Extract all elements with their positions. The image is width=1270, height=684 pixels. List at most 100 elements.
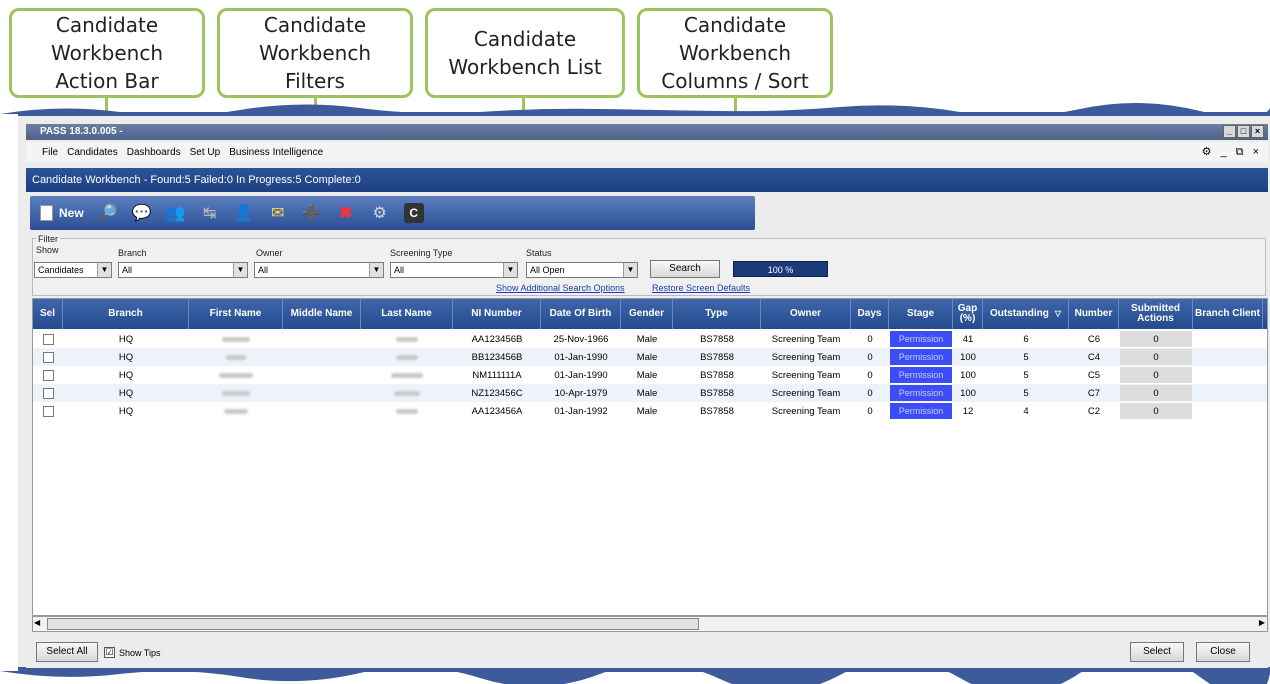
column-header-stage[interactable]: Stage [889, 299, 953, 329]
branch-select[interactable]: All ▼ [118, 262, 248, 278]
status-select[interactable]: All Open ▼ [526, 262, 638, 278]
scroll-right-icon[interactable]: ▶ [1259, 618, 1265, 627]
window-title-bar: PASS 18.3.0.005 - _ □ × [26, 124, 1268, 140]
cell-owner: Screening Team [771, 369, 841, 381]
search-icon[interactable]: 🔎 [98, 203, 118, 223]
cell-middle [283, 402, 361, 420]
show-select[interactable]: Candidates ▼ [34, 262, 112, 278]
column-header-type[interactable]: Type [673, 299, 761, 329]
delete-icon[interactable]: ✖ [336, 203, 356, 223]
owner-select[interactable]: All ▼ [254, 262, 384, 278]
transfer-icon[interactable]: ↹ [200, 203, 220, 223]
row-select-checkbox[interactable] [42, 405, 54, 417]
refresh-icon[interactable]: C [403, 203, 424, 223]
column-header-number[interactable]: Number [1069, 299, 1119, 329]
cell-sel[interactable] [33, 384, 63, 402]
settings-icon[interactable]: ⚙ [370, 203, 390, 223]
cell-gap: 100 [960, 369, 976, 381]
column-header-days[interactable]: Days [851, 299, 889, 329]
column-header-first[interactable]: First Name [189, 299, 283, 329]
scroll-left-icon[interactable]: ◀ [34, 618, 40, 627]
search-button[interactable]: Search [650, 260, 720, 278]
cell-days: 0 [867, 387, 873, 399]
column-header-ni[interactable]: NI Number [453, 299, 541, 329]
cell-sel[interactable] [33, 330, 63, 348]
column-header-middle[interactable]: Middle Name [283, 299, 361, 329]
cell-dob: 10-Apr-1979 [554, 387, 608, 399]
table-row[interactable]: HQ AA123456A 01-Jan-1992 Male BS7858 Screenin… [33, 402, 1267, 420]
table-row[interactable]: HQ BB123456B 01-Jan-1990 Male BS7858 Screenin… [33, 348, 1267, 366]
menu-business-intelligence[interactable]: Business Intelligence [229, 147, 323, 158]
stage-badge[interactable]: Permission [890, 367, 952, 383]
close-button[interactable]: Close [1196, 642, 1250, 662]
submitted-actions-count[interactable]: 0 [1120, 403, 1192, 419]
cell-days: 0 [867, 333, 873, 345]
column-header-branch[interactable]: Branch [63, 299, 189, 329]
show-tips-label: Show Tips [119, 647, 161, 658]
column-header-gap[interactable]: Gap (%) [953, 299, 983, 329]
show-select-value: Candidates [38, 265, 84, 275]
comment-icon[interactable]: 💬 [132, 203, 152, 223]
menu-candidates[interactable]: Candidates [67, 147, 118, 158]
cell-sel[interactable] [33, 348, 63, 366]
cell-submitted: 0 [1119, 384, 1193, 402]
maximize-icon[interactable]: □ [1237, 125, 1250, 138]
cell-submitted: 0 [1119, 330, 1193, 348]
row-select-checkbox[interactable] [42, 351, 54, 363]
scrollbar-thumb[interactable] [47, 618, 699, 630]
table-row[interactable]: HQ NM111111A 01-Jan-1990 Male BS7858 Screenin… [33, 366, 1267, 384]
column-header-dob[interactable]: Date Of Birth [541, 299, 621, 329]
additional-search-options-link[interactable]: Show Additional Search Options [496, 283, 625, 293]
cell-outstanding: 4 [1023, 405, 1029, 417]
close-icon[interactable]: × [1251, 125, 1264, 138]
new-button[interactable]: New [40, 205, 84, 221]
menu-setup[interactable]: Set Up [190, 147, 221, 158]
row-select-checkbox[interactable] [42, 387, 54, 399]
cell-gap: 41 [962, 333, 974, 345]
chevron-down-icon: ▼ [97, 263, 111, 277]
screening-type-select[interactable]: All ▼ [390, 262, 518, 278]
select-all-button[interactable]: Select All [36, 642, 98, 662]
show-tips-option[interactable]: ☑ Show Tips [104, 647, 161, 658]
column-header-submitted[interactable]: Submitted Actions [1119, 299, 1193, 329]
mail-icon[interactable]: ✉ [268, 203, 288, 223]
cell-sel[interactable] [33, 402, 63, 420]
redacted-name [396, 336, 418, 342]
callout-list: Candidate Workbench List [425, 8, 625, 98]
column-header-last[interactable]: Last Name [361, 299, 453, 329]
column-header-owner[interactable]: Owner [761, 299, 851, 329]
show-tips-checkbox[interactable]: ☑ [104, 647, 115, 658]
submitted-actions-count[interactable]: 0 [1120, 367, 1192, 383]
column-header-gender[interactable]: Gender [621, 299, 673, 329]
minimize-icon[interactable]: _ [1223, 125, 1236, 138]
menu-window-controls[interactable]: ⚙ _ ⧉ × [1202, 145, 1262, 159]
cell-sel[interactable] [33, 366, 63, 384]
column-header-client[interactable]: Branch Client [1193, 299, 1263, 329]
horizontal-scrollbar[interactable]: ◀ ▶ [32, 616, 1268, 632]
candidate-list: Sel Branch First Name Middle Name Last Name N… [32, 298, 1268, 616]
stage-badge[interactable]: Permission [890, 403, 952, 419]
table-row[interactable]: HQ AA123456B 25-Nov-1966 Male BS7858 Screenin… [33, 330, 1267, 348]
menu-file[interactable]: File [42, 147, 58, 158]
branch-select-value: All [122, 265, 133, 275]
stage-badge[interactable]: Permission [890, 385, 952, 401]
menu-dashboards[interactable]: Dashboards [127, 147, 181, 158]
submitted-actions-count[interactable]: 0 [1120, 331, 1192, 347]
row-select-checkbox[interactable] [42, 369, 54, 381]
cell-dob: 01-Jan-1990 [554, 351, 608, 363]
cell-dob: 25-Nov-1966 [553, 333, 609, 345]
column-header-sel[interactable]: Sel [33, 299, 63, 329]
add-person-icon[interactable]: 👤 [234, 203, 254, 223]
people-icon[interactable]: 👥 [166, 203, 186, 223]
stage-badge[interactable]: Permission [890, 349, 952, 365]
select-button[interactable]: Select [1130, 642, 1184, 662]
row-select-checkbox[interactable] [42, 333, 54, 345]
stage-badge[interactable]: Permission [890, 331, 952, 347]
restore-screen-defaults-link[interactable]: Restore Screen Defaults [652, 283, 750, 293]
submitted-actions-count[interactable]: 0 [1120, 385, 1192, 401]
assign-icon[interactable]: ➕ [302, 203, 322, 223]
submitted-actions-count[interactable]: 0 [1120, 349, 1192, 365]
table-row[interactable]: HQ NZ123456C 10-Apr-1979 Male BS7858 Screenin… [33, 384, 1267, 402]
column-header-outstanding[interactable]: Outstanding ▽ [983, 299, 1069, 329]
cell-type: BS7858 [700, 351, 734, 363]
